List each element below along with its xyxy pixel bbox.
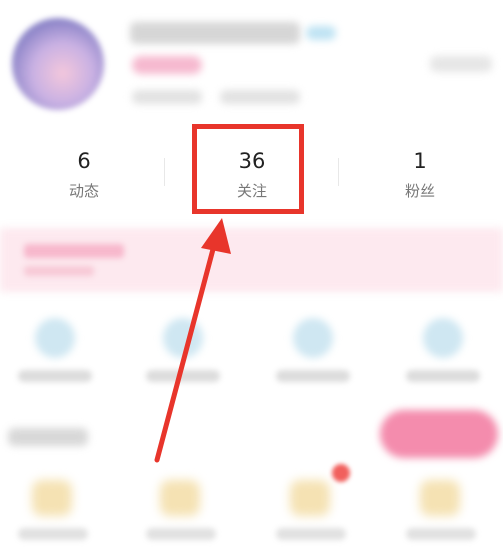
- shortcut-item[interactable]: [128, 318, 238, 388]
- shortcut-item[interactable]: [258, 318, 368, 388]
- shortcut-item[interactable]: [388, 318, 498, 388]
- service-icon[interactable]: [290, 480, 330, 516]
- promo-banner-subtitle: [24, 266, 94, 276]
- section-action-button[interactable]: [380, 410, 498, 458]
- shortcut-label: [276, 370, 350, 382]
- shortcut-label: [146, 370, 220, 382]
- service-label: [18, 528, 88, 540]
- promo-banner[interactable]: [0, 228, 503, 292]
- highlight-box: [192, 124, 304, 214]
- stat-posts-label: 动态: [68, 182, 99, 201]
- service-label: [146, 528, 216, 540]
- shortcut-label: [406, 370, 480, 382]
- shortcut-icon: [423, 318, 463, 358]
- notification-dot: [332, 464, 350, 482]
- shortcut-icon: [163, 318, 203, 358]
- stat-followers-label: 粉丝: [404, 182, 435, 201]
- stat-followers[interactable]: 1 粉丝: [336, 130, 503, 220]
- vip-badge: [306, 26, 336, 40]
- stat-divider: [338, 158, 339, 186]
- profile-meta-1: [132, 90, 202, 104]
- profile-meta-2: [220, 90, 300, 104]
- shortcut-item[interactable]: [0, 318, 110, 388]
- stat-divider: [164, 158, 165, 186]
- stat-posts-count: 6: [77, 148, 91, 173]
- shortcut-icon: [293, 318, 333, 358]
- service-label: [406, 528, 476, 540]
- profile-avatar[interactable]: [12, 18, 104, 110]
- edit-profile-link[interactable]: [430, 56, 492, 72]
- username-redacted: [130, 22, 300, 44]
- shortcut-icon: [35, 318, 75, 358]
- service-icon[interactable]: [32, 480, 72, 516]
- stat-posts[interactable]: 6 动态: [0, 130, 168, 220]
- promo-banner-title: [24, 244, 124, 258]
- shortcut-label: [18, 370, 92, 382]
- level-badge: [132, 56, 202, 74]
- stat-followers-count: 1: [413, 148, 427, 173]
- service-icon[interactable]: [420, 480, 460, 516]
- service-icon[interactable]: [160, 480, 200, 516]
- section-title: [8, 428, 88, 446]
- service-label: [276, 528, 346, 540]
